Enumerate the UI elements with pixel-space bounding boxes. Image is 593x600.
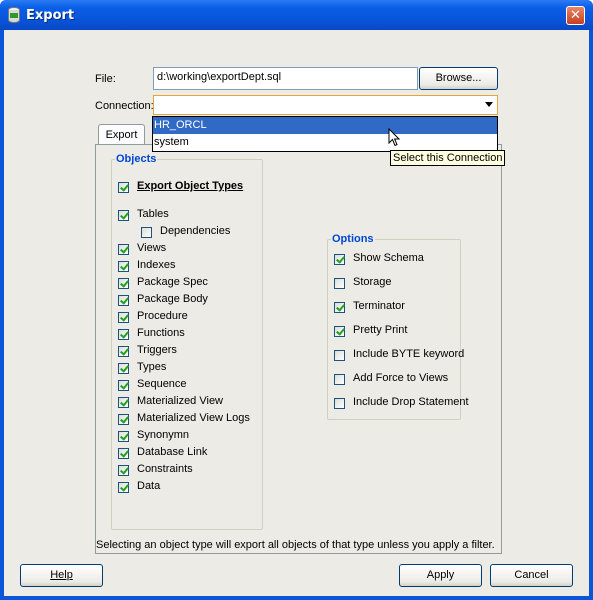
- object-sequence-checkbox[interactable]: [118, 380, 129, 391]
- option-include-byte-keyword-checkbox[interactable]: [334, 350, 345, 361]
- option-add-force-to-views-checkbox[interactable]: [334, 374, 345, 385]
- tab-export-label: Export: [105, 129, 138, 141]
- object-dependencies-label[interactable]: Dependencies: [160, 225, 230, 237]
- object-package-spec-label[interactable]: Package Spec: [137, 276, 208, 288]
- object-database-link-checkbox[interactable]: [118, 448, 129, 459]
- window-title: Export: [26, 8, 75, 23]
- object-tables-checkbox[interactable]: [118, 210, 129, 221]
- export-object-types-label[interactable]: Export Object Types: [137, 180, 243, 192]
- object-data-checkbox[interactable]: [118, 482, 129, 493]
- export-dialog: Export ✕ File: d:\working\exportDept.sql…: [0, 0, 593, 600]
- options-group-title: Options: [331, 233, 375, 245]
- object-types-label[interactable]: Types: [137, 361, 166, 373]
- option-include-drop-statement-label[interactable]: Include Drop Statement: [353, 396, 469, 408]
- object-database-link-label[interactable]: Database Link: [137, 446, 207, 458]
- object-functions-label[interactable]: Functions: [137, 327, 185, 339]
- object-views-checkbox[interactable]: [118, 244, 129, 255]
- option-show-schema-label[interactable]: Show Schema: [353, 252, 424, 264]
- object-views-label[interactable]: Views: [137, 242, 166, 254]
- object-procedure-checkbox[interactable]: [118, 312, 129, 323]
- object-constraints-checkbox[interactable]: [118, 465, 129, 476]
- option-storage-checkbox[interactable]: [334, 278, 345, 289]
- object-package-body-label[interactable]: Package Body: [137, 293, 208, 305]
- object-sequence-label[interactable]: Sequence: [137, 378, 187, 390]
- export-tab-panel: Objects Options Selecting an object type…: [95, 144, 502, 554]
- connection-option-hr-orcl[interactable]: HR_ORCL: [153, 117, 497, 134]
- mouse-pointer-icon: [388, 128, 400, 147]
- apply-button[interactable]: Apply: [399, 564, 482, 587]
- option-pretty-print-checkbox[interactable]: [334, 326, 345, 337]
- object-triggers-label[interactable]: Triggers: [137, 344, 177, 356]
- file-field-value: d:\working\exportDept.sql: [157, 71, 282, 83]
- connection-option-system[interactable]: system: [153, 134, 497, 151]
- browse-button-label: Browse...: [435, 72, 482, 84]
- object-synonymn-label[interactable]: Synonymn: [137, 429, 189, 441]
- cancel-button[interactable]: Cancel: [490, 564, 573, 587]
- dialog-body: File: d:\working\exportDept.sql Browse..…: [4, 30, 589, 596]
- help-button-label: Help: [50, 569, 73, 581]
- option-terminator-label[interactable]: Terminator: [353, 300, 405, 312]
- connection-label: Connection:: [95, 100, 154, 112]
- object-data-label[interactable]: Data: [137, 480, 160, 492]
- object-package-body-checkbox[interactable]: [118, 295, 129, 306]
- option-show-schema-checkbox[interactable]: [334, 254, 345, 265]
- object-materialized-view-logs-label[interactable]: Materialized View Logs: [137, 412, 250, 424]
- object-package-spec-checkbox[interactable]: [118, 278, 129, 289]
- object-synonymn-checkbox[interactable]: [118, 431, 129, 442]
- file-label: File:: [95, 73, 116, 85]
- object-types-checkbox[interactable]: [118, 363, 129, 374]
- object-constraints-label[interactable]: Constraints: [137, 463, 193, 475]
- object-procedure-label[interactable]: Procedure: [137, 310, 188, 322]
- option-include-drop-statement-checkbox[interactable]: [334, 398, 345, 409]
- connection-combo[interactable]: [153, 95, 498, 115]
- object-indexes-checkbox[interactable]: [118, 261, 129, 272]
- help-button[interactable]: Help: [20, 564, 103, 587]
- title-bar[interactable]: Export ✕: [0, 0, 593, 30]
- object-tables-label[interactable]: Tables: [137, 208, 169, 220]
- object-materialized-view-checkbox[interactable]: [118, 397, 129, 408]
- object-triggers-checkbox[interactable]: [118, 346, 129, 357]
- tab-export[interactable]: Export: [98, 124, 145, 145]
- connection-dropdown: HR_ORCL system: [152, 116, 498, 152]
- close-button[interactable]: ✕: [566, 6, 585, 25]
- apply-button-label: Apply: [426, 569, 455, 581]
- object-functions-checkbox[interactable]: [118, 329, 129, 340]
- object-dependencies-checkbox[interactable]: [141, 227, 152, 238]
- option-terminator-checkbox[interactable]: [334, 302, 345, 313]
- option-add-force-to-views-label[interactable]: Add Force to Views: [353, 372, 448, 384]
- file-field[interactable]: d:\working\exportDept.sql: [153, 67, 418, 90]
- export-object-types-checkbox[interactable]: [118, 182, 129, 193]
- objects-group-title: Objects: [115, 153, 158, 165]
- object-indexes-label[interactable]: Indexes: [137, 259, 176, 271]
- close-icon: ✕: [570, 8, 581, 23]
- option-storage-label[interactable]: Storage: [353, 276, 392, 288]
- option-include-byte-keyword-label[interactable]: Include BYTE keyword: [353, 348, 464, 360]
- option-pretty-print-label[interactable]: Pretty Print: [353, 324, 407, 336]
- browse-button[interactable]: Browse...: [419, 67, 498, 90]
- hint-text: Selecting an object type will export all…: [96, 539, 495, 551]
- object-materialized-view-label[interactable]: Materialized View: [137, 395, 223, 407]
- object-materialized-view-logs-checkbox[interactable]: [118, 414, 129, 425]
- tooltip: Select this Connection: [390, 150, 506, 166]
- cancel-button-label: Cancel: [514, 569, 549, 581]
- database-icon: [8, 7, 20, 23]
- chevron-down-icon[interactable]: [485, 102, 493, 107]
